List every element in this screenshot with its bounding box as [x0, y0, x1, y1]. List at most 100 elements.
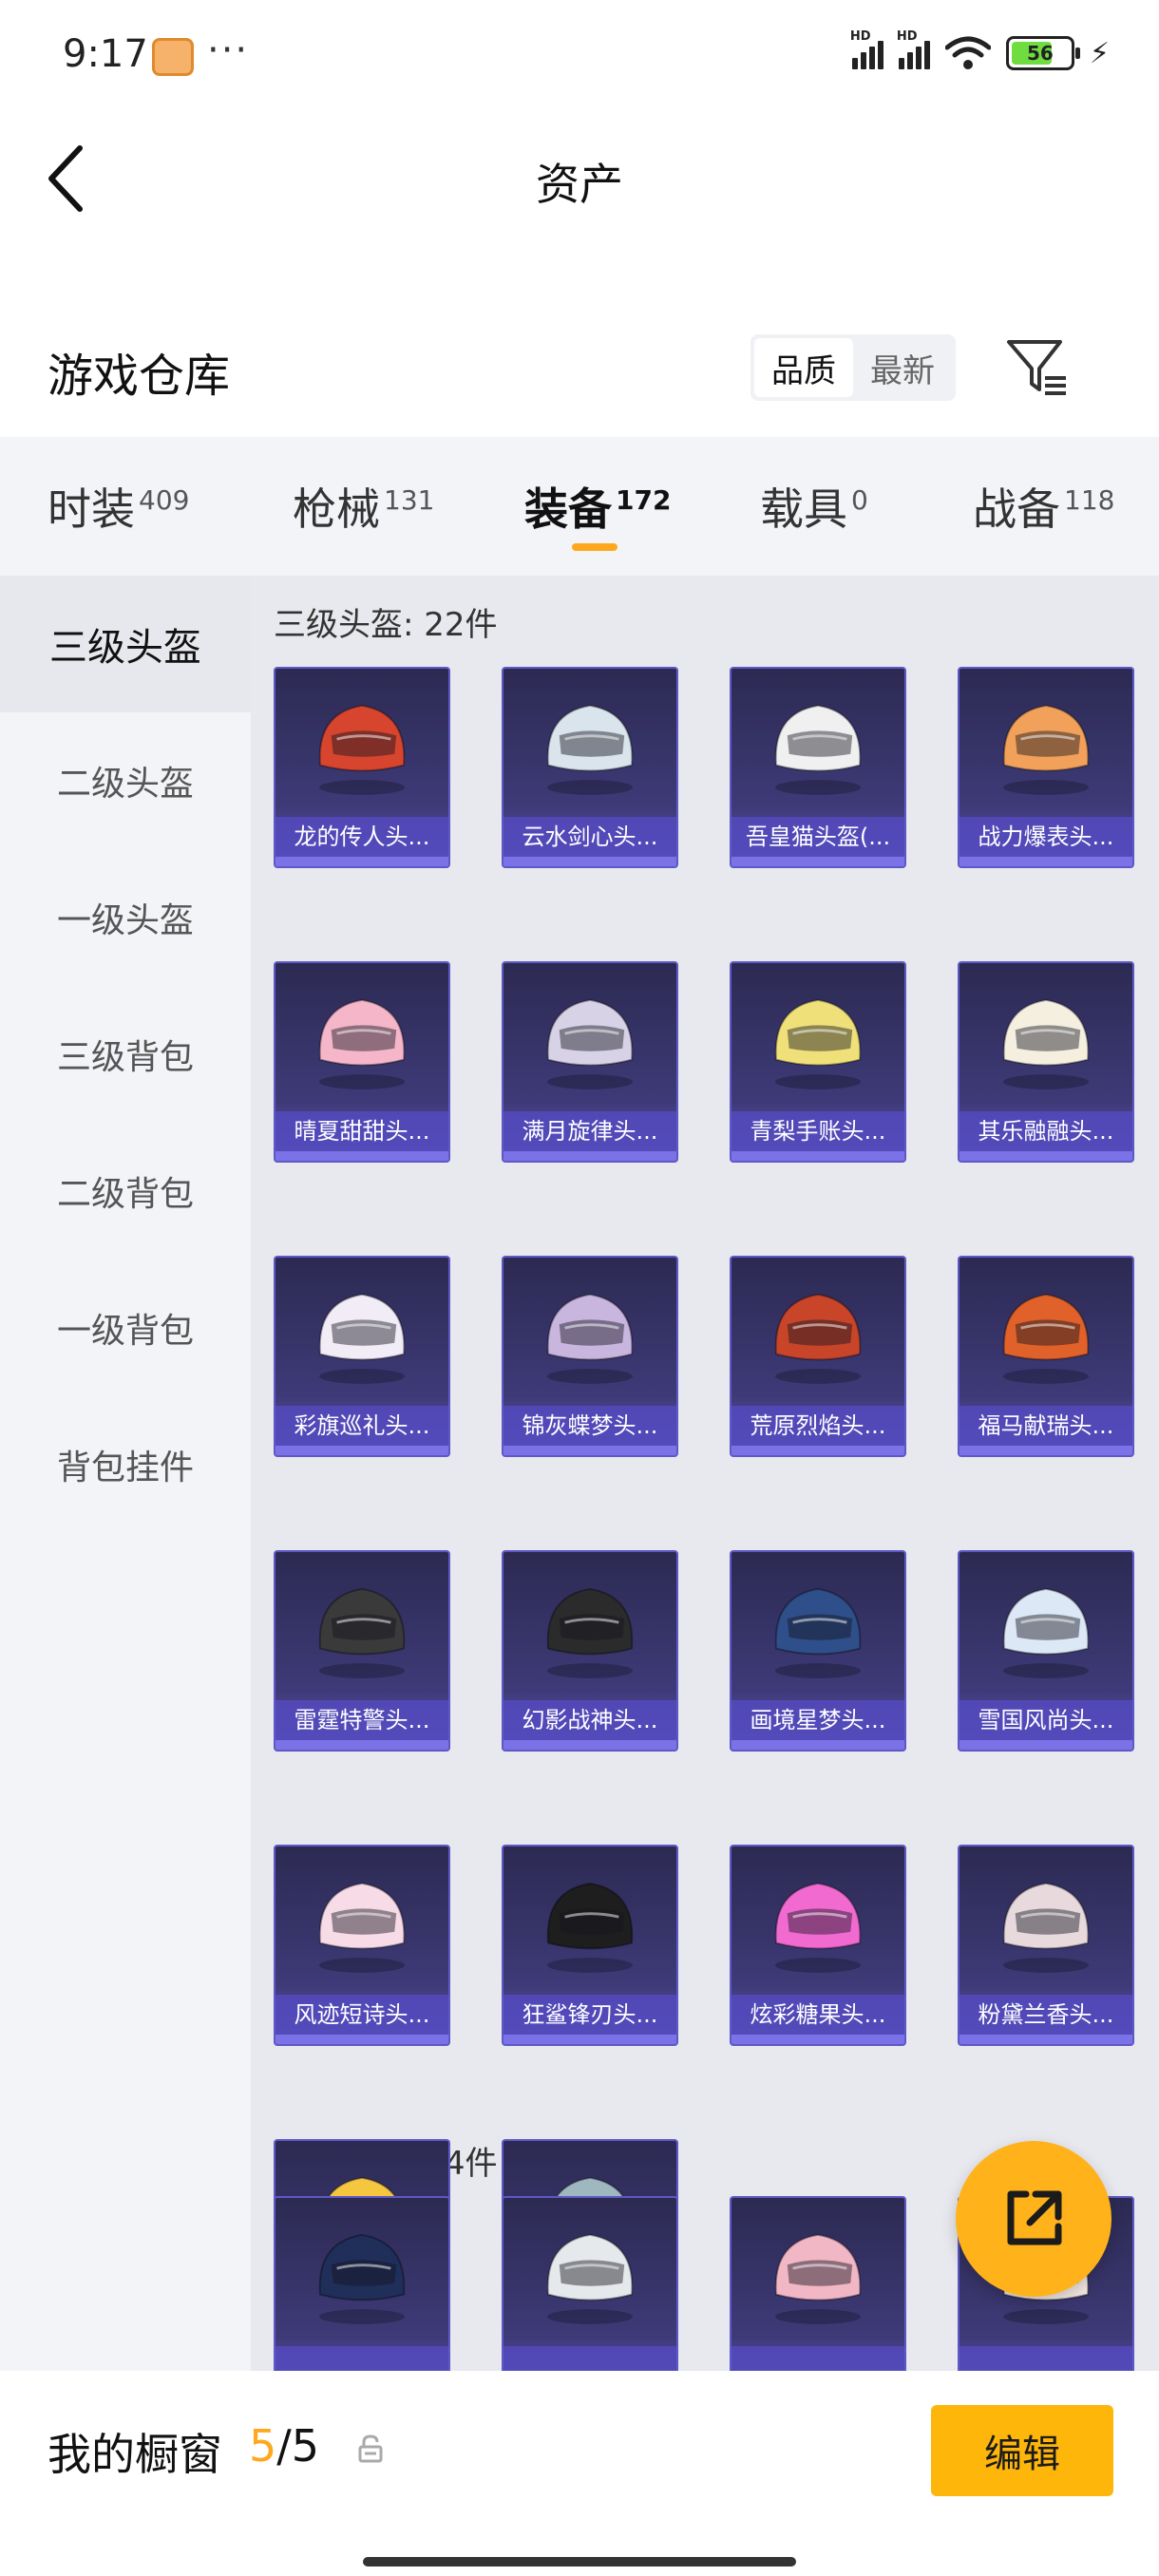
- item-card[interactable]: 满月旋律头...: [502, 961, 678, 1163]
- helmet-swat-icon: [318, 1587, 406, 1678]
- helmet-dragon-icon: [318, 2233, 406, 2324]
- sidebar-item-level3-backpack[interactable]: 三级背包: [0, 986, 251, 1123]
- item-card[interactable]: 炫彩糖果头...: [730, 1845, 906, 2046]
- app-notification-icon: [152, 38, 194, 76]
- sort-toggle: 品质 最新: [750, 334, 956, 401]
- item-card[interactable]: 画境星梦头...: [730, 1550, 906, 1752]
- item-name: 风迹短诗头...: [276, 1995, 448, 2035]
- item-card[interactable]: 雷霆特警头...: [274, 1550, 450, 1752]
- tab-equipment[interactable]: 装备 172: [524, 475, 671, 538]
- item-card[interactable]: 青梨手账头...: [730, 961, 906, 1163]
- helmet-pink-icon: [318, 998, 406, 1089]
- warehouse-title: 游戏仓库: [48, 350, 231, 403]
- item-card[interactable]: 粉黛兰香头...: [958, 1845, 1134, 2046]
- helmet-shark-icon: [546, 1882, 634, 1973]
- item-card[interactable]: 荒原烈焰头...: [730, 1256, 906, 1457]
- share-icon: [1007, 2190, 1062, 2245]
- sort-quality-option[interactable]: 品质: [754, 338, 853, 397]
- item-name: 其乐融融头...: [960, 1111, 1132, 1151]
- helmet-snow-icon: [1002, 1587, 1090, 1678]
- showcase-bar: 我的橱窗 5/5 编辑: [0, 2371, 1159, 2576]
- helmet-white-icon: [546, 704, 634, 795]
- item-name: 锦灰蝶梦头...: [504, 1406, 676, 1446]
- item-card[interactable]: 彩旗巡礼头...: [274, 1256, 450, 1457]
- status-time: 9:17: [63, 32, 148, 76]
- tab-supplies[interactable]: 战备 118: [973, 475, 1114, 538]
- helmet-rose-icon: [774, 2233, 862, 2324]
- sidebar: 三级头盔 二级头盔 一级头盔 三级背包 二级背包 一级背包 背包挂件: [0, 576, 251, 2371]
- item-card[interactable]: 雪国风尚头...: [958, 1550, 1134, 1752]
- tab-fashion[interactable]: 时装 409: [48, 475, 189, 538]
- helmet-poem-icon: [318, 1882, 406, 1973]
- sidebar-item-backpack-charm[interactable]: 背包挂件: [0, 1396, 251, 1533]
- item-name: 晴夏甜甜头...: [276, 1111, 448, 1151]
- share-button[interactable]: [956, 2141, 1112, 2297]
- item-card[interactable]: 幻影战神头...: [502, 1550, 678, 1752]
- item-card[interactable]: 云水剑心头...: [502, 667, 678, 868]
- sidebar-item-level1-helmet[interactable]: 一级头盔: [0, 849, 251, 986]
- item-name: 狂鲨锋刃头...: [504, 1995, 676, 2035]
- item-name: [732, 2346, 904, 2371]
- helmet-cat-icon: [774, 704, 862, 795]
- showcase-label: 我的橱窗: [48, 2429, 222, 2480]
- helmet-candy-icon: [774, 1882, 862, 1973]
- helmet-blush-icon: [1002, 1882, 1090, 1973]
- helmet-phantom-icon: [546, 1587, 634, 1678]
- charging-icon: ⚡: [1089, 36, 1110, 70]
- section-title: 三级头盔: 22件: [274, 606, 498, 644]
- item-name: 福马献瑞头...: [960, 1406, 1132, 1446]
- sidebar-item-level3-helmet[interactable]: 三级头盔: [0, 576, 251, 712]
- tab-vehicles[interactable]: 载具 0: [760, 475, 868, 538]
- signal-icon: HD: [897, 29, 930, 69]
- helmet-cream-icon: [1002, 998, 1090, 1089]
- tab-firearms[interactable]: 枪械 131: [293, 475, 434, 538]
- item-name: 吾皇猫头盔(...: [732, 817, 904, 857]
- item-name: 幻影战神头...: [504, 1700, 676, 1740]
- item-card[interactable]: 战力爆表头...: [958, 667, 1134, 868]
- battery-icon: 56: [1005, 36, 1080, 70]
- item-name: 雷霆特警头...: [276, 1700, 448, 1740]
- item-card[interactable]: 晴夏甜甜头...: [274, 961, 450, 1163]
- sidebar-item-level2-backpack[interactable]: 二级背包: [0, 1123, 251, 1260]
- page-title: 资产: [536, 159, 623, 210]
- item-name: 龙的传人头...: [276, 817, 448, 857]
- item-card[interactable]: 风迹短诗头...: [274, 1845, 450, 2046]
- item-name: 彩旗巡礼头...: [276, 1406, 448, 1446]
- edit-button[interactable]: 编辑: [931, 2405, 1113, 2496]
- filter-icon[interactable]: [1003, 332, 1072, 401]
- helmet-silver-icon: [546, 998, 634, 1089]
- item-card[interactable]: 福马献瑞头...: [958, 1256, 1134, 1457]
- wifi-icon: [944, 36, 991, 69]
- item-card[interactable]: [502, 2196, 678, 2371]
- more-notifications-icon: ···: [207, 28, 250, 72]
- item-name: 满月旋律头...: [504, 1111, 676, 1151]
- item-card[interactable]: 吾皇猫头盔(...: [730, 667, 906, 868]
- helmet-star-icon: [774, 1587, 862, 1678]
- helmet-pale-icon: [546, 2233, 634, 2324]
- helmet-butterfly-icon: [546, 1293, 634, 1384]
- helmet-orange-icon: [1002, 704, 1090, 795]
- item-card[interactable]: 其乐融融头...: [958, 961, 1134, 1163]
- item-name: 青梨手账头...: [732, 1111, 904, 1151]
- item-name: [276, 2346, 448, 2371]
- signal-icon: HD: [850, 29, 884, 69]
- item-card[interactable]: 狂鲨锋刃头...: [502, 1845, 678, 2046]
- item-name: 雪国风尚头...: [960, 1700, 1132, 1740]
- item-name: [504, 2346, 676, 2371]
- item-name: 炫彩糖果头...: [732, 1995, 904, 2035]
- item-card[interactable]: 锦灰蝶梦头...: [502, 1256, 678, 1457]
- home-indicator[interactable]: [363, 2557, 796, 2567]
- status-icons: HD HD 56 ⚡: [850, 29, 1110, 70]
- sort-newest-option[interactable]: 最新: [853, 338, 952, 397]
- item-name: 战力爆表头...: [960, 817, 1132, 857]
- item-card[interactable]: 龙的传人头...: [274, 667, 450, 868]
- item-name: 云水剑心头...: [504, 817, 676, 857]
- item-name: 粉黛兰香头...: [960, 1995, 1132, 2035]
- item-card[interactable]: [730, 2196, 906, 2371]
- item-name: 画境星梦头...: [732, 1700, 904, 1740]
- sidebar-item-level2-helmet[interactable]: 二级头盔: [0, 712, 251, 849]
- item-card[interactable]: [274, 2196, 450, 2371]
- category-tabs: 时装 409 枪械 131 装备 172 载具 0 战备 118: [0, 437, 1159, 576]
- header: 资产: [0, 112, 1159, 245]
- sidebar-item-level1-backpack[interactable]: 一级背包: [0, 1260, 251, 1396]
